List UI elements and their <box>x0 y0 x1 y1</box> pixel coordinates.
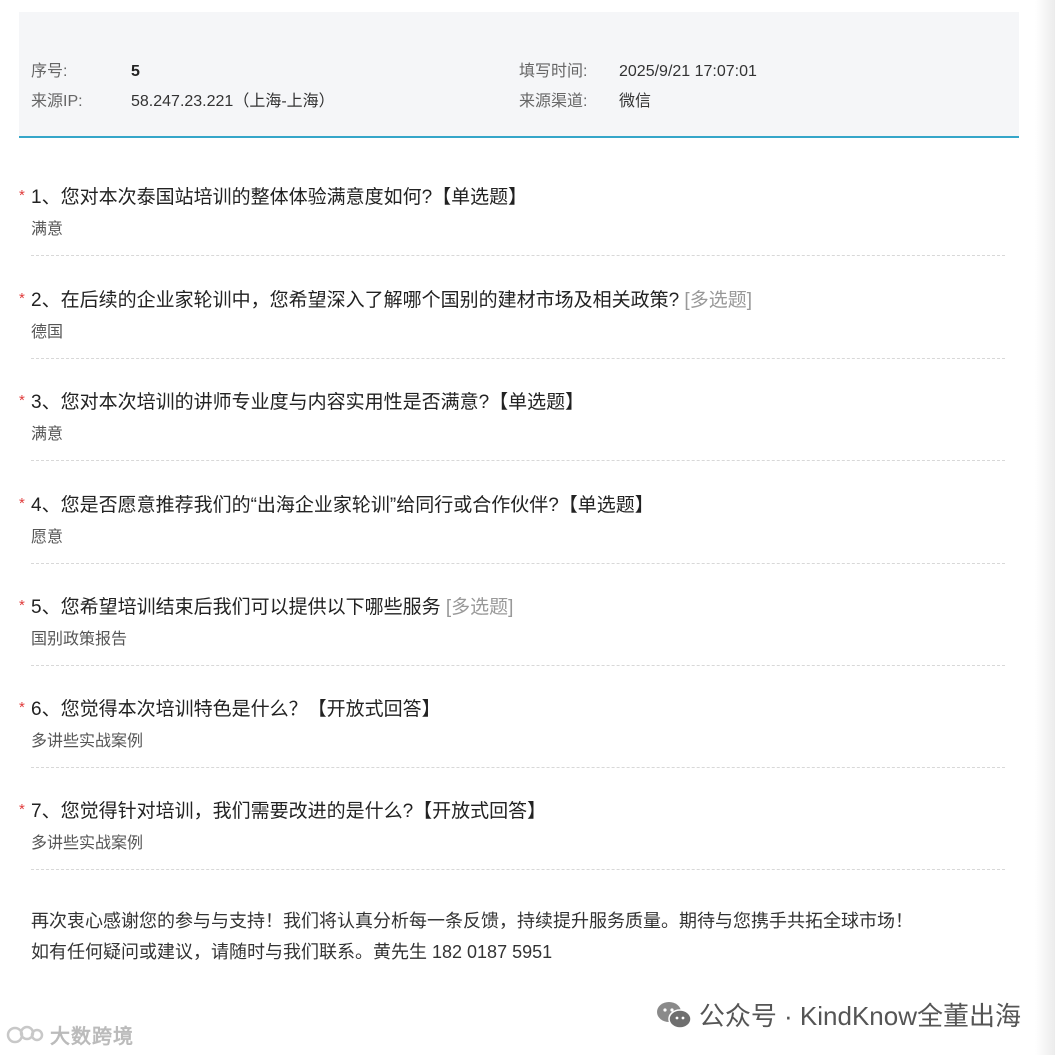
answer-text: 愿意 <box>31 529 64 546</box>
question-5: * 5、您希望培训结束后我们可以提供以下哪些服务 [多选题] 国别政策报告 <box>19 596 1007 666</box>
required-star: * <box>19 495 25 512</box>
closing-message: 再次衷心感谢您的参与与支持！我们将认真分析每一条反馈，持续提升服务质量。期待与您… <box>31 906 991 968</box>
divider <box>31 665 1005 666</box>
question-type: [多选题] <box>684 290 752 311</box>
question-type: 【单选题】 <box>432 187 528 208</box>
required-star: * <box>19 187 25 204</box>
ip-value: 58.247.23.221（上海-上海） <box>131 93 335 110</box>
question-text: 2、在后续的企业家轮训中，您希望深入了解哪个国别的建材市场及相关政策? <box>31 290 680 311</box>
divider <box>31 563 1005 564</box>
answer-text: 国别政策报告 <box>31 631 128 648</box>
question-title: * 1、您对本次泰国站培训的整体体验满意度如何?【单选题】 <box>19 186 1007 210</box>
question-text: 7、您觉得针对培训，我们需要改进的是什么? <box>31 801 414 822</box>
question-6: * 6、您觉得本次培训特色是什么？【开放式回答】 多讲些实战案例 <box>19 698 1007 768</box>
question-1: * 1、您对本次泰国站培训的整体体验满意度如何?【单选题】 满意 <box>19 186 1007 256</box>
required-star: * <box>19 392 25 409</box>
question-4: * 4、您是否愿意推荐我们的“出海企业家轮训”给同行或合作伙伴?【单选题】 愿意 <box>19 494 1007 564</box>
question-title: * 6、您觉得本次培训特色是什么？【开放式回答】 <box>19 698 1007 722</box>
question-title: * 2、在后续的企业家轮训中，您希望深入了解哪个国别的建材市场及相关政策? [多选… <box>19 289 1007 313</box>
channel-value: 微信 <box>619 93 652 110</box>
question-text: 6、您觉得本次培训特色是什么？ <box>31 699 308 720</box>
required-star: * <box>19 699 25 716</box>
question-title: * 5、您希望培训结束后我们可以提供以下哪些服务 [多选题] <box>19 596 1007 620</box>
required-star: * <box>19 597 25 614</box>
response-info-panel: 序号: 5 来源IP: 58.247.23.221（上海-上海） 填写时间: 2025… <box>19 12 1019 138</box>
watermark-left-text: 大数跨境 <box>50 1026 134 1048</box>
time-value: 2025/9/21 17:07:01 <box>619 63 757 80</box>
question-type: [多选题] <box>445 597 514 618</box>
divider <box>31 767 1005 768</box>
answer-text: 多讲些实战案例 <box>31 733 144 750</box>
divider <box>31 255 1005 256</box>
brand-logo-icon <box>6 1025 44 1043</box>
question-type: 【单选题】 <box>489 392 585 413</box>
divider <box>31 460 1005 461</box>
serial-value: 5 <box>131 63 140 80</box>
answer-text: 满意 <box>31 426 64 443</box>
closing-thanks: 再次衷心感谢您的参与与支持！我们将认真分析每一条反馈，持续提升服务质量。期待与您… <box>31 911 913 931</box>
serial-label: 序号: <box>31 63 68 80</box>
ip-label: 来源IP: <box>31 93 83 110</box>
required-star: * <box>19 801 25 818</box>
time-label: 填写时间: <box>519 63 588 80</box>
channel-row: 来源渠道: 微信 <box>519 92 651 112</box>
question-text: 4、您是否愿意推荐我们的“出海企业家轮训”给同行或合作伙伴? <box>31 495 559 516</box>
question-7: * 7、您觉得针对培训，我们需要改进的是什么?【开放式回答】 多讲些实战案例 <box>19 800 1007 870</box>
question-title: * 7、您觉得针对培训，我们需要改进的是什么?【开放式回答】 <box>19 800 1007 824</box>
question-title: * 4、您是否愿意推荐我们的“出海企业家轮训”给同行或合作伙伴?【单选题】 <box>19 494 1007 518</box>
question-text: 1、您对本次泰国站培训的整体体验满意度如何? <box>31 187 433 208</box>
answer-text: 德国 <box>31 324 64 341</box>
ip-row: 来源IP: 58.247.23.221（上海-上海） <box>31 92 335 112</box>
required-star: * <box>19 290 25 307</box>
question-type: 【单选题】 <box>558 495 654 516</box>
watermark-left: 大数跨境 <box>6 1020 134 1049</box>
question-type: 【开放式回答】 <box>413 801 547 822</box>
wechat-icon <box>656 1001 692 1029</box>
divider <box>31 358 1005 359</box>
page-edge-shadow <box>1035 0 1055 1055</box>
wechat-watermark: 公众号 · KindKnow全董出海 <box>655 996 1021 1033</box>
channel-label: 来源渠道: <box>519 93 588 110</box>
answer-text: 满意 <box>31 221 64 238</box>
question-text: 3、您对本次培训的讲师专业度与内容实用性是否满意? <box>31 392 490 413</box>
question-type: 【开放式回答】 <box>307 699 441 720</box>
time-row: 填写时间: 2025/9/21 17:07:01 <box>519 62 757 82</box>
question-text: 5、您希望培训结束后我们可以提供以下哪些服务 <box>31 597 441 618</box>
serial-row: 序号: 5 <box>31 62 140 82</box>
question-2: * 2、在后续的企业家轮训中，您希望深入了解哪个国别的建材市场及相关政策? [多选… <box>19 289 1007 359</box>
closing-contact: 如有任何疑问或建议，请随时与我们联系。黄先生 182 0187 5951 <box>31 942 553 962</box>
watermark-text: 公众号 · KindKnow全董出海 <box>698 1001 1021 1031</box>
question-title: * 3、您对本次培训的讲师专业度与内容实用性是否满意?【单选题】 <box>19 391 1007 415</box>
answer-text: 多讲些实战案例 <box>31 835 144 852</box>
divider <box>31 869 1005 870</box>
question-3: * 3、您对本次培训的讲师专业度与内容实用性是否满意?【单选题】 满意 <box>19 391 1007 461</box>
